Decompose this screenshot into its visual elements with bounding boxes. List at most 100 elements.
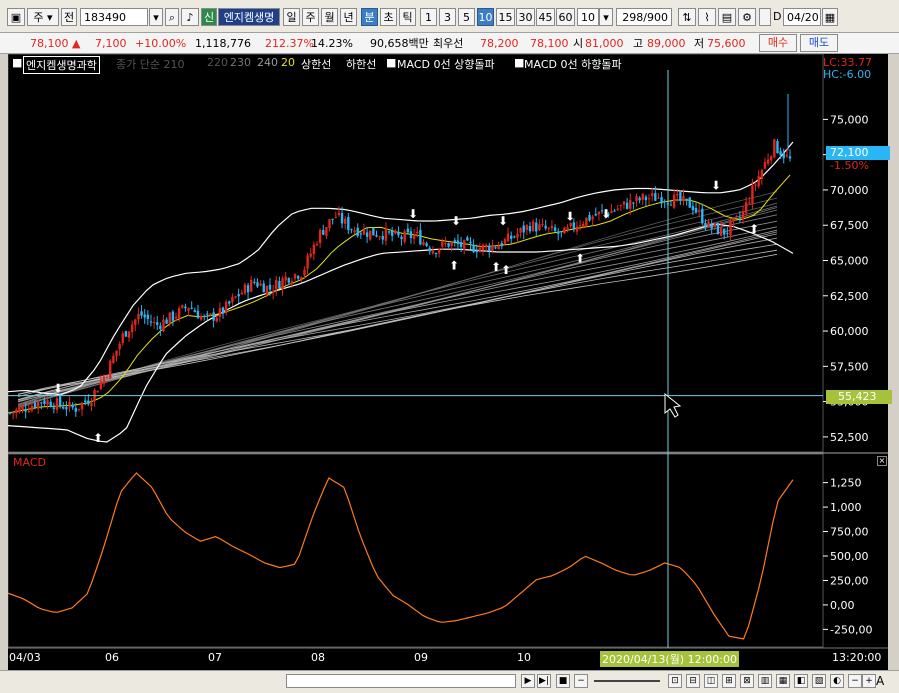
candle-body [500,243,504,247]
macd-line [8,472,794,640]
stock-code-input[interactable]: 183490 [80,8,148,26]
scroll-next-icon[interactable]: ▶| [537,674,551,688]
period-value: 주 [33,11,44,24]
zoom-slider[interactable] [594,680,660,682]
interval-30-button[interactable]: 30 [516,8,535,26]
scroll-track[interactable] [286,674,516,688]
macd-close-icon[interactable]: × [877,456,887,466]
candle-body [306,255,309,269]
page-count-field[interactable]: 298/900 [616,8,672,26]
prev-button[interactable]: 전 [61,8,77,26]
period-select[interactable]: 주 ▾ [27,8,59,26]
candle-body [616,208,619,210]
candle-body [127,331,131,338]
interval-count-input[interactable]: 10 [577,8,599,26]
chart-layout-icon[interactable]: ▣ [7,8,25,26]
macd-down-arrow-icon: ⬇ [498,214,508,228]
best-bid: 78,100 [530,37,569,50]
candle-body [713,223,717,227]
buy-button[interactable]: 매수 [759,34,797,52]
interval-15-button[interactable]: 15 [496,8,515,26]
candle-body [770,156,773,161]
candle-body [21,406,24,410]
interval-45-button[interactable]: 45 [536,8,555,26]
stock-name-label: 엔지켐생명 [218,8,280,26]
mode-icon-5[interactable]: ⊠ [740,674,754,688]
candle-body [513,236,516,238]
macd-down-arrow-icon: ⬇ [565,210,575,224]
candle-body [535,222,538,232]
speaker-icon[interactable]: ♪ [181,8,199,26]
interval-10-button[interactable]: 10 [477,8,494,26]
code-dropdown-icon[interactable]: ▾ [149,8,163,26]
line-tool-icon[interactable]: ⌇ [698,8,716,26]
legend-stock[interactable]: 엔지켐생명과학 [23,56,100,74]
legend-square-icon: ■ [386,56,397,69]
scroll-right-icon[interactable]: ▶ [521,674,535,688]
legend-ma-text: 종가 단순 210 [116,58,185,71]
candle-body [262,283,265,293]
legend-upper-band: 상한선 [301,58,332,71]
best-ask: 78,200 [480,37,519,50]
period-week-button[interactable]: 주 [302,8,319,26]
candle-body [625,202,629,209]
candle-body [619,205,623,207]
mode-icon-1[interactable]: ⊡ [668,674,682,688]
candle-body [387,231,391,233]
candle-body [8,412,12,414]
gear-icon[interactable]: ⚙ [738,8,756,26]
period-year-button[interactable]: 년 [340,8,357,26]
candle-body [716,223,720,235]
mode-icon-10[interactable]: ◐ [830,674,844,688]
chart-area[interactable]: 52,50055,00057,50060,00062,50065,00067,5… [8,54,892,670]
legend-square-icon: ■ [12,56,23,69]
date-input[interactable]: 04/20 [783,8,821,26]
candle-body [121,333,124,343]
sell-button[interactable]: 매도 [800,34,838,52]
interval-60-button[interactable]: 60 [556,8,575,26]
date-checkbox[interactable] [759,8,771,26]
period-day-button[interactable]: 일 [283,8,300,26]
candle-body [453,240,457,242]
candle-body [738,217,742,219]
period-month-button[interactable]: 월 [321,8,338,26]
search-icon[interactable]: ⌕ [165,8,179,26]
candle-body [181,305,184,308]
font-up-icon[interactable]: + [862,674,876,688]
interval-3-button[interactable]: 3 [439,8,456,26]
zoom-out-icon[interactable]: − [574,674,588,688]
candle-body [735,215,738,217]
interval-5-button[interactable]: 5 [458,8,475,26]
tools-icon[interactable]: ⇅ [678,8,696,26]
candle-body [337,212,341,216]
interval-dropdown-icon[interactable]: ▾ [599,8,613,26]
period-second-button[interactable]: 초 [380,8,397,26]
period-tick-button[interactable]: 틱 [399,8,416,26]
candle-body [425,243,428,246]
candle-body [340,213,344,224]
candle-body [390,231,394,236]
candle-body [162,319,165,331]
font-down-icon[interactable]: − [848,674,862,688]
mode-icon-4[interactable]: ⊞ [722,674,736,688]
mode-icon-3[interactable]: ◫ [704,674,718,688]
calendar-icon[interactable]: ▦ [822,8,838,26]
font-size-icon[interactable]: A [876,674,884,688]
stop-icon[interactable]: ■ [556,674,570,688]
mode-icon-7[interactable]: ▦ [776,674,790,688]
mouse-cursor-icon [664,392,682,418]
mode-icon-2[interactable]: ⊟ [686,674,700,688]
candle-body [434,253,438,255]
interval-1-button[interactable]: 1 [420,8,437,26]
candle-body [528,226,532,232]
mode-icon-9[interactable]: ▧ [812,674,826,688]
save-icon[interactable]: ▤ [718,8,736,26]
price-tick-label: 62,500 [830,290,869,303]
toolbar: ▣ 주 ▾ 전 183490 ▾ ⌕ ♪ 신 엔지켐생명 일 주 월 년 분 초… [0,0,899,33]
period-minute-button[interactable]: 분 [361,8,378,26]
mode-icon-6[interactable]: ▥ [758,674,772,688]
price-chart[interactable]: 52,50055,00057,50060,00062,50065,00067,5… [8,54,888,670]
candle-body [538,224,541,231]
price-tick-label: 70,000 [830,184,869,197]
mode-icon-8[interactable]: ◧ [794,674,808,688]
